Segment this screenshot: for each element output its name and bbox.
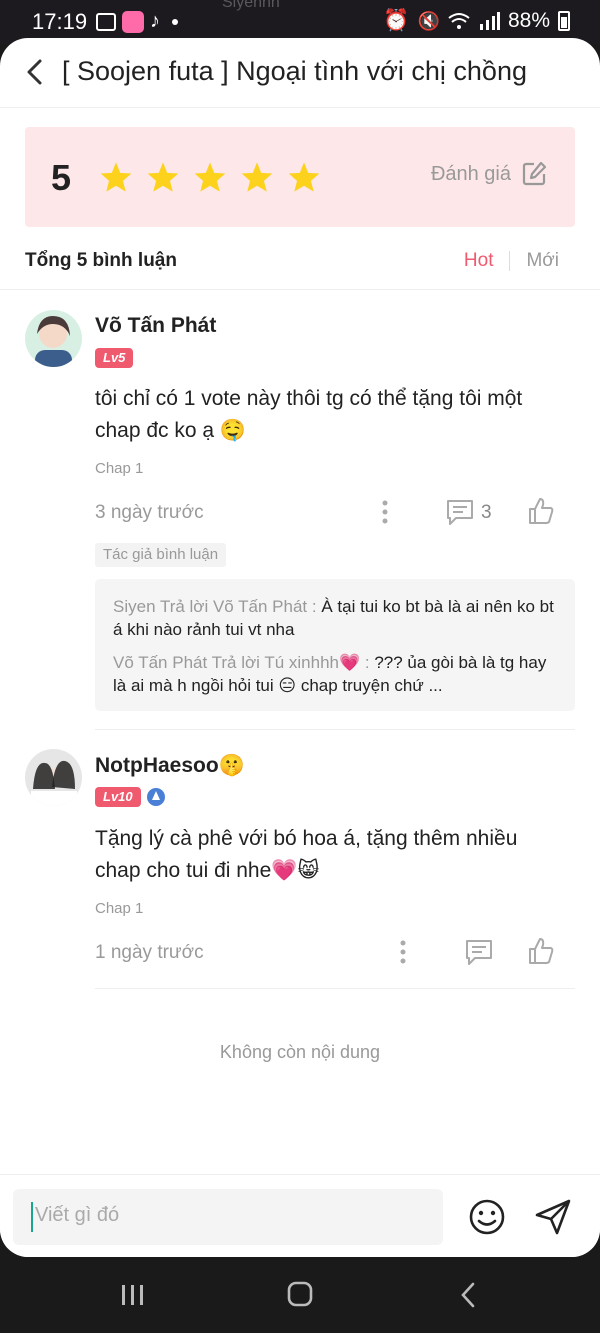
like-icon[interactable] [527,936,555,966]
reply-count: 3 [481,502,492,523]
star-icon [194,162,226,192]
rate-label: Đánh giá [430,162,511,185]
app-notification-icon [122,10,144,33]
comment-input-bar: Viết gì đó [0,1174,600,1257]
star-icon [288,162,320,192]
reply-icon[interactable] [445,498,475,526]
text-caret [31,1202,33,1232]
comment-time: 3 ngày trước [95,502,204,523]
comment-text: tôi chỉ có 1 vote này thôi tg có thể tặn… [95,387,523,442]
reply-author: Siyen Trả lời Võ Tấn Phát : [113,597,317,616]
background-ghost-text: Siyenhh [222,0,280,11]
comment-username[interactable]: Võ Tấn Phát [95,314,216,338]
level-badge: Lv5 [95,348,134,368]
page-header: [ Soojen futa ] Ngoại tình với chị chồng [0,38,600,108]
divider [95,988,575,989]
star-icon [100,162,132,192]
comment-meta: 1 ngày trước [95,936,560,968]
comment-chapter: Chap 1 [95,900,144,917]
comment-input-placeholder: Viết gì đó [35,1204,120,1226]
more-notifications-dot [172,18,178,25]
more-options-icon[interactable] [395,938,411,966]
avatar[interactable] [25,749,82,806]
sort-hot-tab[interactable]: Hot [464,250,494,272]
divider [0,289,600,290]
recents-icon[interactable] [120,1283,146,1307]
star-icon [241,162,273,192]
star-icon [147,162,179,192]
comment-meta: 3 ngày trước 3 [95,496,560,528]
comments-sheet: [ Soojen futa ] Ngoại tình với chị chồng… [0,38,600,1257]
system-nav-bar [0,1257,600,1333]
emoji-icon[interactable] [467,1197,507,1237]
alarm-icon: ⏰ [383,9,410,32]
level-badge: Lv10 [95,787,141,807]
rating-stars [99,161,321,193]
reply-item: Siyen Trả lời Võ Tấn Phát : À tại tui ko… [113,595,557,641]
divider [95,729,575,730]
comment-username[interactable]: NotpHaesoo🤫 [95,754,245,778]
avatar[interactable] [25,310,82,367]
author-commented-tag: Tác giả bình luận [95,543,227,567]
replies-preview[interactable]: Siyen Trả lời Võ Tấn Phát : À tại tui ko… [95,579,575,711]
like-icon[interactable] [527,496,555,526]
battery-percent: 88% [507,9,550,32]
back-arrow-icon[interactable] [22,56,50,88]
sort-tabs: Hot Mới [464,250,559,272]
comment-text: Tặng lý cà phê với bó hoa á, tặng thêm n… [95,827,518,882]
battery-icon [558,11,570,31]
verified-badge-icon [147,788,165,806]
more-options-icon[interactable] [377,498,393,526]
signal-icon [479,12,500,30]
system-status: ⏰ 🔇 88% [383,9,570,33]
comment-chapter: Chap 1 [95,460,144,477]
gallery-notification-icon [96,12,116,31]
mute-icon: 🔇 [417,10,440,31]
home-icon[interactable] [287,1281,313,1307]
reply-author: Võ Tấn Phát Trả lời Tú xinhhh💗 : [113,653,370,672]
system-back-icon[interactable] [458,1281,478,1309]
sort-separator [509,251,511,271]
reply-item: Võ Tấn Phát Trả lời Tú xinhhh💗 : ??? ủa … [113,651,557,697]
send-icon[interactable] [533,1197,573,1237]
wifi-icon [448,13,470,29]
sort-new-tab[interactable]: Mới [526,250,559,272]
comments-count-row: Tổng 5 bình luận Hot Mới [25,246,575,276]
comment-input[interactable]: Viết gì đó [13,1189,443,1245]
rating-score: 5 [51,157,72,198]
end-of-list-note: Không còn nội dung [219,1042,381,1062]
comment-time: 1 ngày trước [95,942,204,963]
rating-panel: 5 Đánh giá [25,127,575,227]
reply-icon[interactable] [464,938,494,966]
edit-icon [522,161,547,186]
total-comments: Tổng 5 bình luận [25,250,177,271]
tiktok-icon: ♪ [150,10,160,32]
status-time: 17:19 [32,9,88,34]
page-title: [ Soojen futa ] Ngoại tình với chị chồng [62,56,527,86]
rate-button[interactable]: Đánh giá [431,161,547,187]
notification-icons: ♪ [96,10,178,33]
